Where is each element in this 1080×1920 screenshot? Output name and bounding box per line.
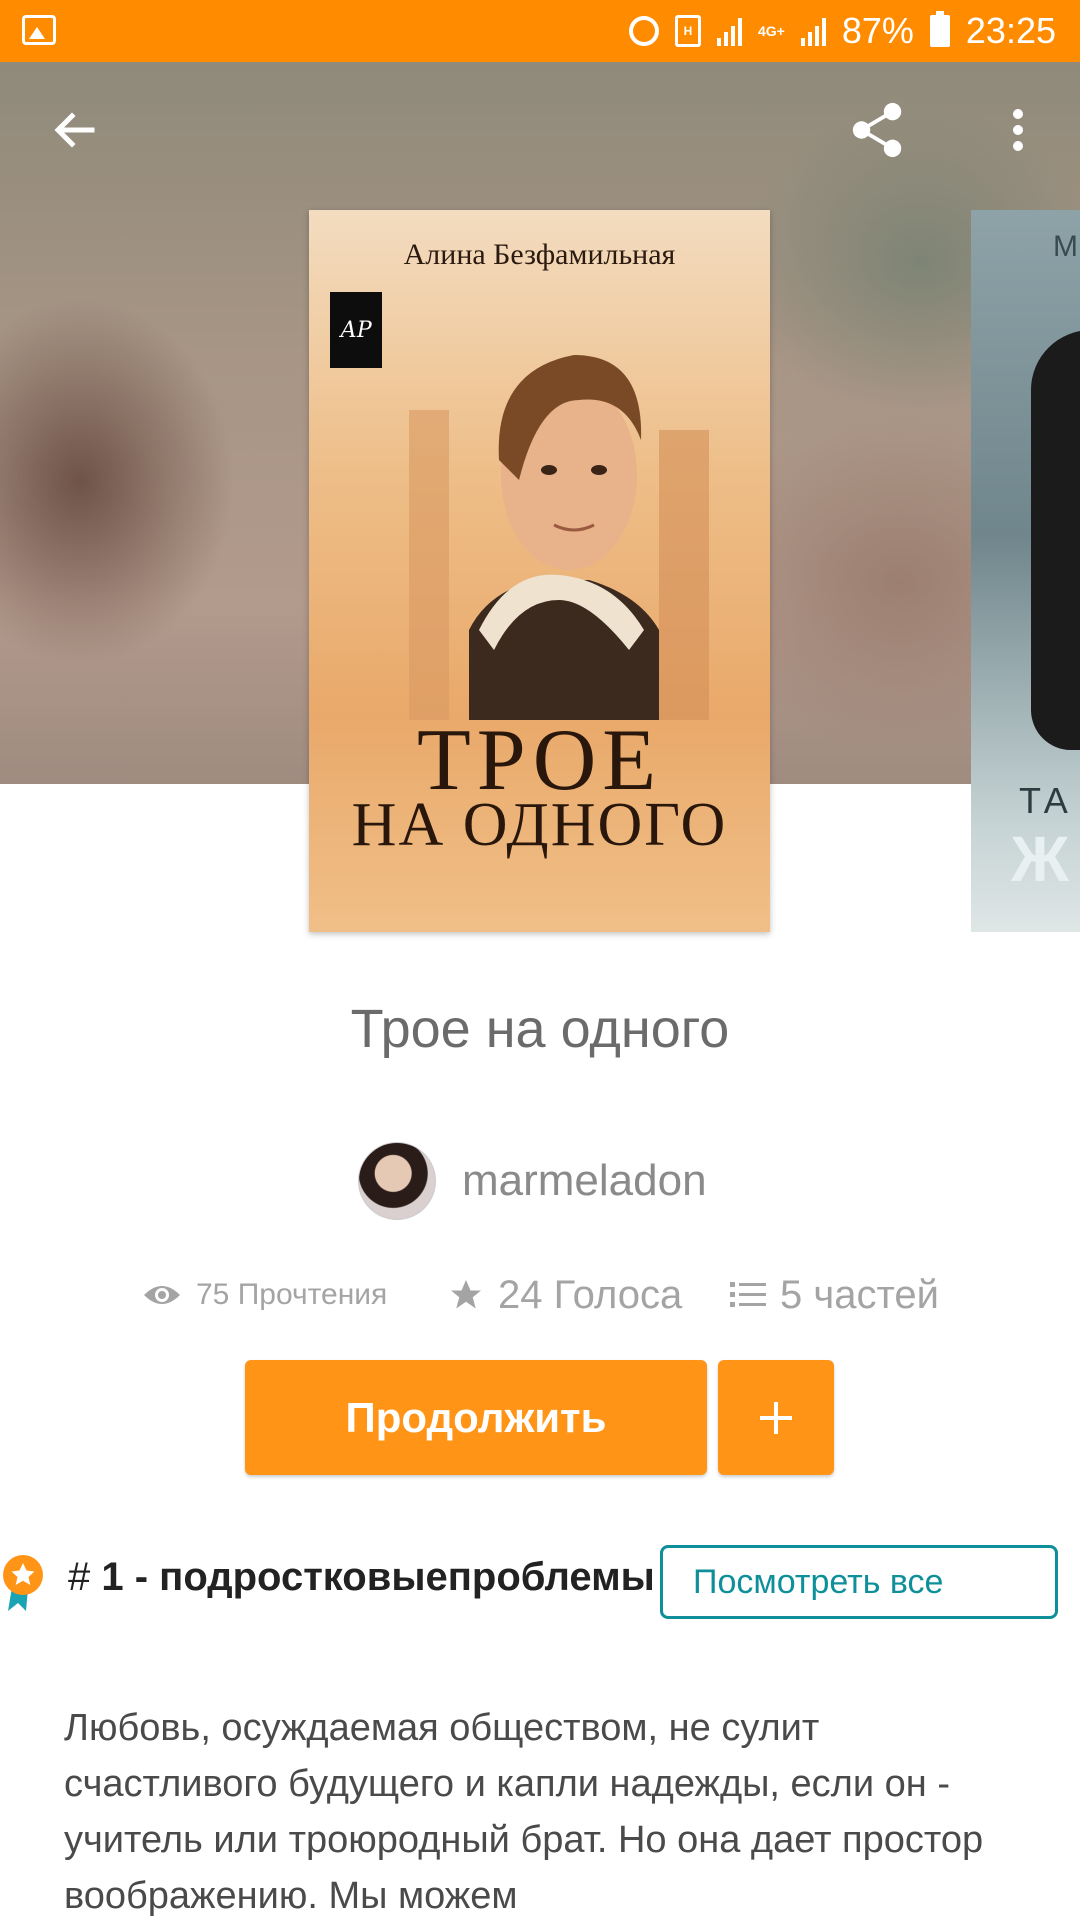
- votes-stat: 24 Голоса: [448, 1270, 682, 1320]
- ranking-text: # 1 - подростковыепроблемы: [68, 1555, 655, 1600]
- ranking-row: # 1 - подростковыепроблемы Посмотреть вс…: [0, 1545, 1080, 1625]
- ranking-hash: #: [68, 1555, 91, 1599]
- back-button[interactable]: [44, 100, 104, 160]
- next-cover-bottom-text: Ж: [1011, 823, 1069, 895]
- ranking-label: 1 - подростковыепроблемы: [101, 1555, 655, 1599]
- view-all-label: Посмотреть все: [693, 1562, 944, 1601]
- parts-count[interactable]: 5 частей: [780, 1273, 939, 1318]
- signal-icon: [716, 16, 742, 46]
- status-indicators: H 4G+ 87% 23:25: [628, 8, 1056, 54]
- reads-count: 75 Прочтения: [196, 1278, 388, 1311]
- list-icon: [730, 1282, 766, 1307]
- battery-icon: [929, 11, 950, 47]
- more-vertical-icon: [1013, 109, 1023, 151]
- star-icon: [451, 1280, 481, 1309]
- alarm-icon: [628, 16, 659, 46]
- network-type: 4G+: [757, 23, 785, 39]
- add-to-library-button[interactable]: [718, 1360, 834, 1475]
- eye-icon: [144, 1286, 180, 1304]
- continue-reading-button[interactable]: Продолжить: [245, 1360, 707, 1475]
- more-options-button[interactable]: [988, 100, 1048, 160]
- plus-icon: [760, 1401, 792, 1434]
- image-notification-icon: [22, 15, 56, 45]
- clock-time: 23:25: [965, 10, 1056, 51]
- cover-title-line-2: НА ОДНОГО: [351, 791, 728, 859]
- status-bar: H 4G+ 87% 23:25: [0, 0, 1080, 62]
- next-cover-mid-text: ТА: [1019, 780, 1072, 821]
- author-link[interactable]: marmeladon: [358, 1142, 707, 1220]
- story-stats: 75 Прочтения 24 Голоса 5 частей: [0, 1270, 1080, 1320]
- cover-author-text: Алина Безфамильная: [403, 238, 676, 271]
- cover-portrait-illustration: [409, 355, 709, 720]
- share-icon: [852, 102, 902, 158]
- book-title: Трое на одного: [350, 999, 730, 1059]
- cover-logo: АР: [330, 292, 382, 368]
- sim-card-icon: H: [674, 15, 701, 47]
- parts-stat[interactable]: 5 частей: [730, 1270, 939, 1320]
- view-all-rankings-button[interactable]: Посмотреть все: [660, 1545, 1058, 1619]
- next-cover-top-text: М: [1053, 230, 1078, 263]
- story-description: Любовь, осуждаемая обществом, не сулит с…: [64, 1707, 984, 1917]
- avatar[interactable]: [358, 1142, 436, 1220]
- reads-stat: 75 Прочтения: [142, 1270, 387, 1320]
- votes-count: 24 Голоса: [498, 1272, 683, 1317]
- next-cover-illustration: [1031, 330, 1080, 750]
- continue-label: Продолжить: [345, 1393, 607, 1441]
- signal-2-icon: [800, 16, 826, 46]
- book-cover[interactable]: Алина Безфамильная АР ТРОЕ НА ОДНОГО: [309, 210, 770, 932]
- next-book-cover[interactable]: М ТА Ж: [971, 210, 1080, 932]
- share-button[interactable]: [848, 100, 908, 160]
- arrow-left-icon: [54, 112, 95, 148]
- ranking-badge-icon: [3, 1555, 43, 1611]
- author-name[interactable]: marmeladon: [462, 1156, 707, 1206]
- battery-percent: 87%: [841, 10, 914, 51]
